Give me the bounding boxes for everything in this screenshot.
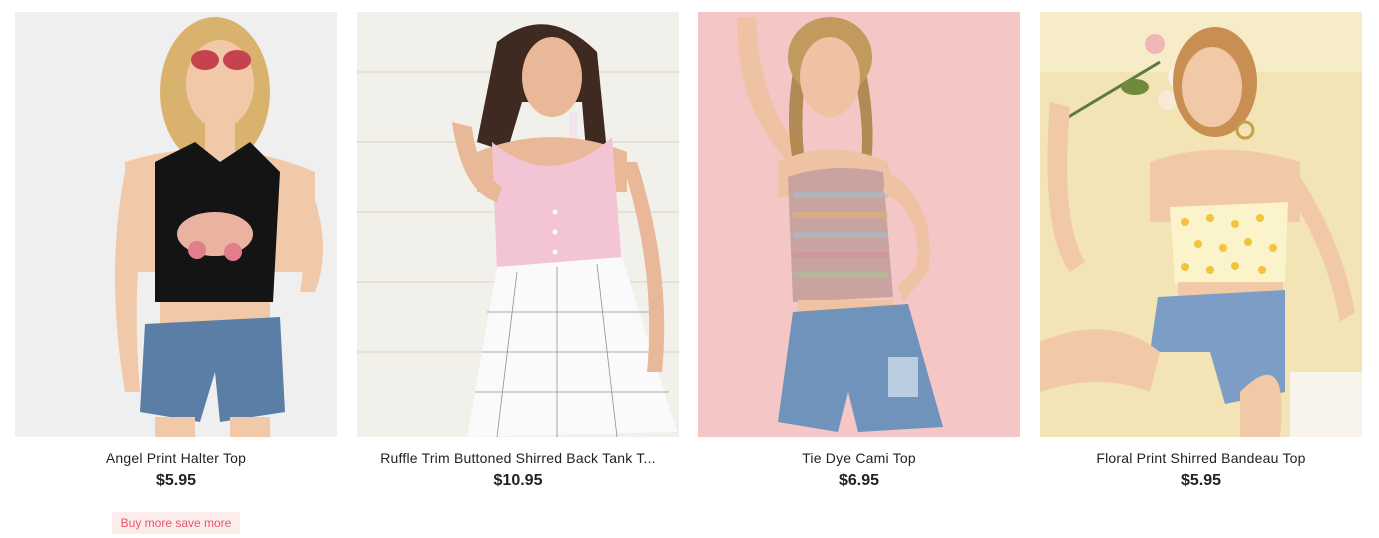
product-price: $5.95 [1180,472,1222,489]
product-price: $5.95 [155,472,197,489]
product-image[interactable] [1040,12,1362,437]
product-title[interactable]: Floral Print Shirred Bandeau Top [1040,449,1362,467]
product-card[interactable]: Angel Print Halter Top $5.95 Buy more sa… [15,12,337,534]
product-card[interactable]: Tie Dye Cami Top $6.95 [698,12,1020,491]
promo-badge[interactable]: Buy more save more [111,512,241,534]
product-image[interactable] [15,12,337,437]
product-image[interactable] [698,12,1020,437]
product-card[interactable]: Floral Print Shirred Bandeau Top $5.95 [1040,12,1362,491]
product-price: $10.95 [493,472,543,489]
product-title[interactable]: Ruffle Trim Buttoned Shirred Back Tank T… [357,449,679,467]
product-title[interactable]: Tie Dye Cami Top [698,449,1020,467]
product-image[interactable] [357,12,679,437]
product-price: $6.95 [838,472,880,489]
product-card[interactable]: Ruffle Trim Buttoned Shirred Back Tank T… [357,12,679,491]
product-title[interactable]: Angel Print Halter Top [15,449,337,467]
